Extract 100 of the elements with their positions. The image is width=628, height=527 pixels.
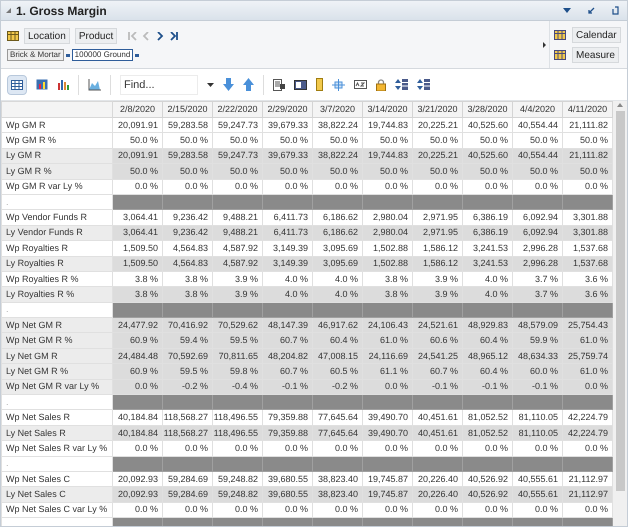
split-icon[interactable] bbox=[332, 78, 345, 90]
row-header[interactable]: Ly Royalties R bbox=[2, 256, 112, 272]
table-cell: 3.9 % bbox=[412, 271, 462, 287]
table-cell: 70,416.92 bbox=[162, 318, 212, 333]
table-cell: 50.0 % bbox=[562, 132, 612, 148]
table-cell: 3.9 % bbox=[212, 286, 262, 302]
row-header[interactable]: Ly Net Sales R bbox=[2, 425, 112, 441]
column-header[interactable]: 3/21/2020 bbox=[412, 102, 462, 118]
row-header: . bbox=[2, 456, 112, 472]
scroll-up-icon[interactable] bbox=[617, 103, 623, 107]
lock-icon[interactable] bbox=[376, 78, 386, 90]
chart-icon[interactable] bbox=[36, 79, 48, 90]
table-cell: 6,386.19 bbox=[462, 210, 512, 226]
bar-chart-icon[interactable] bbox=[57, 79, 69, 90]
table-cell: 59.8 % bbox=[212, 364, 262, 380]
table-cell: 2,980.04 bbox=[362, 225, 412, 241]
swap-icon[interactable] bbox=[417, 78, 430, 91]
expand-icon[interactable] bbox=[543, 42, 546, 48]
table-cell: 0.0 % bbox=[262, 440, 312, 456]
column-header[interactable]: 2/8/2020 bbox=[112, 102, 162, 118]
table-cell: 50.0 % bbox=[112, 164, 162, 180]
dimension-tile[interactable]: Product bbox=[74, 28, 118, 44]
handle-icon[interactable] bbox=[66, 54, 70, 56]
table-cell: 3,301.88 bbox=[562, 210, 612, 226]
row-header[interactable]: Wp GM R var Ly % bbox=[2, 179, 112, 194]
dropdown-icon[interactable] bbox=[207, 82, 214, 86]
table-cell: 70,592.69 bbox=[162, 348, 212, 364]
table-cell: 9,488.21 bbox=[212, 225, 262, 241]
dimension-tile[interactable]: Location bbox=[24, 28, 70, 44]
table-cell: 20,226.40 bbox=[412, 471, 462, 487]
panel-title: 1. Gross Margin bbox=[16, 2, 107, 20]
table-cell: 50.0 % bbox=[212, 132, 262, 148]
find-field[interactable]: Find... bbox=[120, 74, 198, 94]
document-icon[interactable] bbox=[273, 78, 285, 90]
last-page-icon[interactable] bbox=[170, 32, 180, 40]
row-header[interactable]: Wp Net Sales C var Ly % bbox=[2, 502, 112, 518]
table-view-button[interactable] bbox=[7, 74, 27, 94]
handle-icon[interactable] bbox=[135, 54, 140, 56]
row-header[interactable]: Wp Net GM R var Ly % bbox=[2, 379, 112, 395]
row-header[interactable]: Wp Royalties R % bbox=[2, 271, 112, 287]
dimension-tile[interactable]: Calendar bbox=[572, 26, 621, 42]
column-header[interactable]: 2/15/2020 bbox=[162, 102, 212, 118]
table-cell: 50.0 % bbox=[162, 132, 212, 148]
scrollbar[interactable] bbox=[613, 101, 627, 526]
table-cell: 118,568.27 bbox=[162, 425, 212, 441]
table-cell: 3.8 % bbox=[112, 271, 162, 287]
column-header[interactable]: 4/11/2020 bbox=[562, 102, 612, 118]
column-header[interactable]: 4/4/2020 bbox=[512, 102, 562, 118]
row-header[interactable]: Wp Net Sales C bbox=[2, 471, 112, 487]
table-cell: -0.1 % bbox=[262, 379, 312, 395]
table-cell: 39,680.55 bbox=[262, 471, 312, 487]
column-header[interactable]: 2/29/2020 bbox=[262, 102, 312, 118]
down-arrow-icon[interactable] bbox=[223, 78, 234, 91]
row-header[interactable]: Wp Net GM R bbox=[2, 318, 112, 333]
row-header[interactable]: Ly Vendor Funds R bbox=[2, 225, 112, 241]
table-cell: 24,541.25 bbox=[412, 348, 462, 364]
next-page-icon[interactable] bbox=[156, 32, 166, 40]
table-cell: 48,965.12 bbox=[462, 348, 512, 364]
row-header[interactable]: Ly Net GM R bbox=[2, 348, 112, 364]
table-icon[interactable] bbox=[11, 80, 23, 90]
collapse-icon[interactable] bbox=[5, 7, 12, 14]
table-cell: 81,110.05 bbox=[512, 425, 562, 441]
filter-tile[interactable]: 100000 Ground bbox=[72, 49, 134, 61]
format-icon[interactable] bbox=[354, 80, 367, 89]
column-header[interactable]: 3/14/2020 bbox=[362, 102, 412, 118]
table-cell: 118,496.55 bbox=[212, 410, 262, 426]
up-arrow-icon[interactable] bbox=[243, 78, 254, 91]
table-cell: 0.0 % bbox=[362, 502, 412, 518]
panel-icon[interactable] bbox=[294, 80, 307, 90]
table-cell: 2,996.28 bbox=[512, 240, 562, 256]
table-cell: 50.0 % bbox=[262, 132, 312, 148]
table-cell: 40,525.60 bbox=[462, 118, 512, 133]
filter-tile[interactable]: Brick & Mortar bbox=[7, 49, 64, 61]
row-header[interactable]: Wp Net Sales R var Ly % bbox=[2, 440, 112, 456]
row-header[interactable]: Ly Net GM R % bbox=[2, 364, 112, 380]
table-cell: 48,579.09 bbox=[512, 318, 562, 333]
column-header[interactable]: 2/22/2020 bbox=[212, 102, 262, 118]
row-header[interactable]: Ly Net Sales C bbox=[2, 486, 112, 502]
column-header[interactable]: 3/28/2020 bbox=[462, 102, 512, 118]
table-cell: 0.0 % bbox=[512, 440, 562, 456]
row-header[interactable]: Wp GM R bbox=[2, 118, 112, 133]
row-header[interactable]: Wp Net Sales R bbox=[2, 410, 112, 426]
row-header[interactable]: Wp Net GM R % bbox=[2, 332, 112, 348]
minimize-icon[interactable] bbox=[587, 6, 595, 14]
table-cell: 0.0 % bbox=[562, 440, 612, 456]
row-header[interactable]: Ly GM R % bbox=[2, 164, 112, 180]
table-cell: 24,521.61 bbox=[412, 318, 462, 333]
area-chart-icon[interactable] bbox=[88, 78, 101, 90]
row-header[interactable]: Wp Royalties R bbox=[2, 240, 112, 256]
swap-icon[interactable] bbox=[395, 78, 408, 91]
detach-icon[interactable] bbox=[611, 6, 619, 15]
dimension-tile[interactable]: Measure bbox=[572, 46, 619, 62]
dropdown-icon[interactable] bbox=[563, 8, 571, 13]
row-header[interactable]: Wp Vendor Funds R bbox=[2, 210, 112, 226]
table-cell: 60.4 % bbox=[312, 332, 362, 348]
row-header[interactable]: Wp GM R % bbox=[2, 132, 112, 148]
row-header[interactable]: Ly Royalties R % bbox=[2, 286, 112, 302]
row-header[interactable]: Ly GM R bbox=[2, 148, 112, 164]
column-header[interactable]: 3/7/2020 bbox=[312, 102, 362, 118]
table-cell: 2,971.95 bbox=[412, 210, 462, 226]
